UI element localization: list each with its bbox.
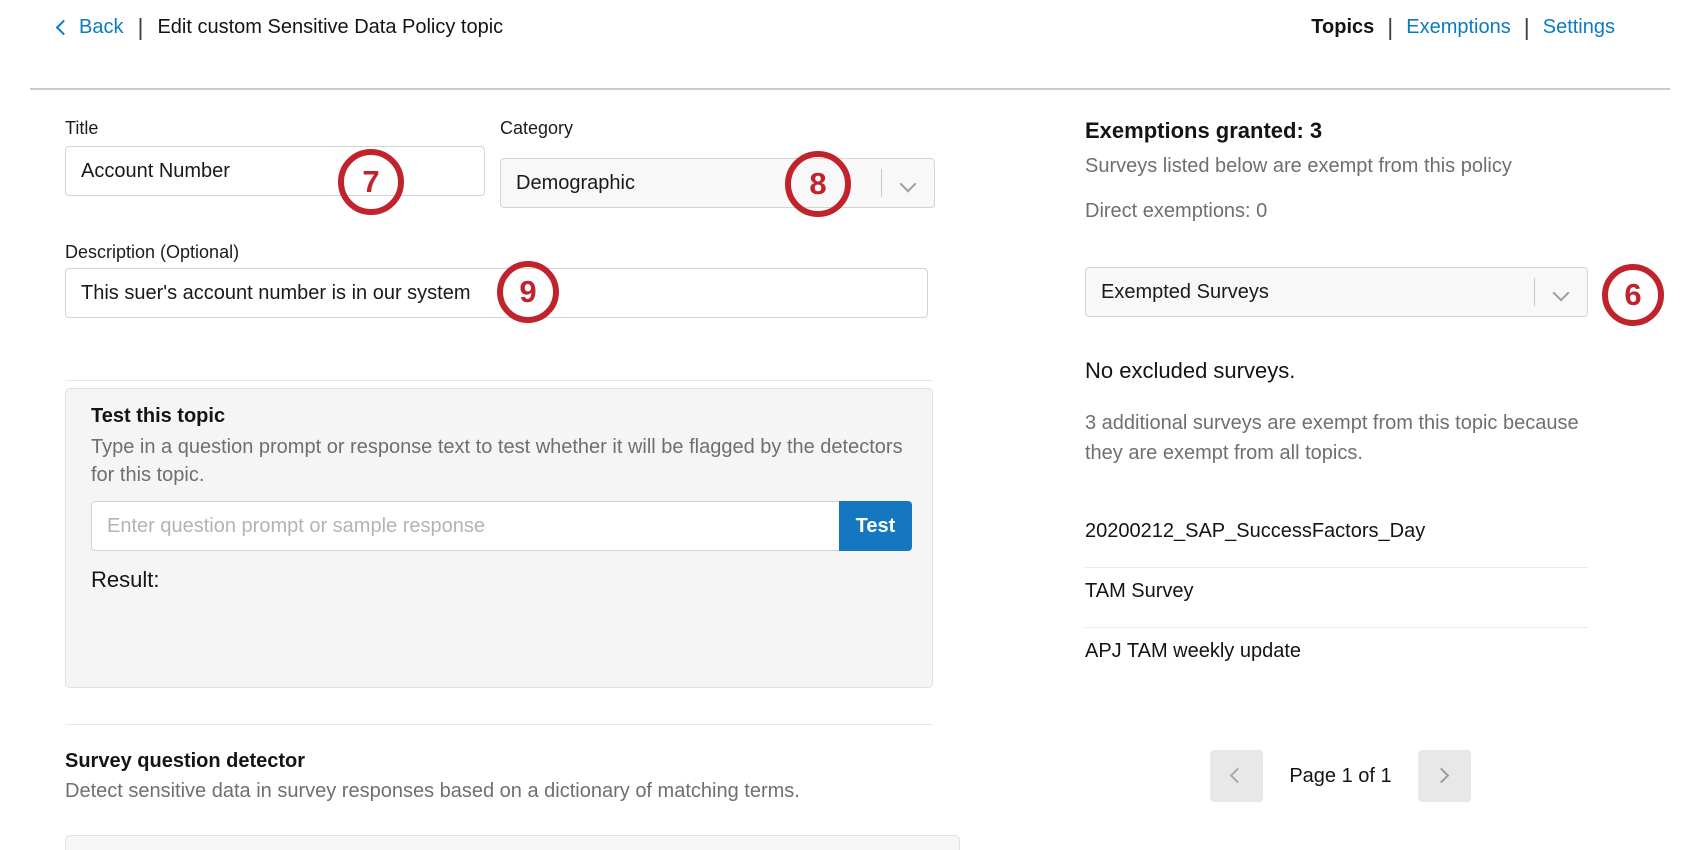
select-separator xyxy=(881,169,882,197)
additional-exempt-note: 3 additional surveys are exempt from thi… xyxy=(1085,408,1588,468)
list-item: TAM Survey xyxy=(1085,568,1588,628)
back-chevron-icon xyxy=(56,20,72,36)
tab-settings[interactable]: Settings xyxy=(1543,16,1615,39)
exempted-surveys-select[interactable]: Exempted Surveys xyxy=(1085,267,1588,317)
chevron-left-icon xyxy=(1230,768,1246,784)
header-nav: Topics | Exemptions | Settings xyxy=(1311,16,1615,39)
test-topic-heading: Test this topic xyxy=(91,405,225,428)
list-item: APJ TAM weekly update xyxy=(1085,628,1588,687)
chevron-right-icon xyxy=(1434,768,1450,784)
header-left: Back | Edit custom Sensitive Data Policy… xyxy=(58,16,503,39)
annotation-circle-7: 7 xyxy=(338,149,404,215)
detector-description: Detect sensitive data in survey response… xyxy=(65,780,800,803)
test-topic-description: Type in a question prompt or response te… xyxy=(91,433,906,489)
edit-sensitive-data-policy-page: Back | Edit custom Sensitive Data Policy… xyxy=(0,0,1700,850)
detector-panel-partial xyxy=(65,835,960,850)
detector-heading: Survey question detector xyxy=(65,750,305,773)
no-excluded-surveys-label: No excluded surveys. xyxy=(1085,358,1295,384)
annotation-circle-9: 9 xyxy=(497,261,559,323)
list-item: 20200212_SAP_SuccessFactors_Day xyxy=(1085,508,1588,568)
pagination: Page 1 of 1 xyxy=(1210,750,1471,802)
nav-separator: | xyxy=(1387,16,1393,39)
nav-separator: | xyxy=(1524,16,1530,39)
direct-exemptions-label: Direct exemptions: 0 xyxy=(1085,200,1267,223)
test-topic-panel: Test this topic Type in a question promp… xyxy=(65,388,933,688)
previous-page-button[interactable] xyxy=(1210,750,1263,802)
page-title: Edit custom Sensitive Data Policy topic xyxy=(157,16,503,39)
category-select-value: Demographic xyxy=(516,172,635,195)
result-label: Result: xyxy=(91,567,159,593)
annotation-circle-6: 6 xyxy=(1602,264,1664,326)
header-divider xyxy=(30,88,1670,90)
test-input[interactable] xyxy=(91,501,839,551)
annotation-circle-8: 8 xyxy=(785,151,851,217)
select-separator xyxy=(1534,278,1535,306)
tab-topics[interactable]: Topics xyxy=(1311,16,1374,39)
next-page-button[interactable] xyxy=(1418,750,1471,802)
exemptions-subheading: Surveys listed below are exempt from thi… xyxy=(1085,155,1512,178)
chevron-down-icon xyxy=(1553,285,1570,302)
tab-exemptions[interactable]: Exemptions xyxy=(1406,16,1511,39)
section-divider xyxy=(65,380,933,381)
exempted-surveys-select-value: Exempted Surveys xyxy=(1101,281,1269,304)
exemptions-heading: Exemptions granted: 3 xyxy=(1085,118,1322,144)
test-button[interactable]: Test xyxy=(839,501,912,551)
title-input[interactable] xyxy=(65,146,485,196)
back-button[interactable]: Back xyxy=(58,16,123,39)
page-indicator: Page 1 of 1 xyxy=(1263,765,1418,788)
title-label: Title xyxy=(65,118,98,139)
back-label[interactable]: Back xyxy=(79,16,123,39)
description-label: Description (Optional) xyxy=(65,242,239,263)
exempted-survey-list: 20200212_SAP_SuccessFactors_Day TAM Surv… xyxy=(1085,508,1588,687)
category-select[interactable]: Demographic xyxy=(500,158,935,208)
section-divider xyxy=(65,724,933,725)
test-input-row: Test xyxy=(91,501,912,551)
header-separator: | xyxy=(137,16,143,39)
chevron-down-icon xyxy=(900,176,917,193)
category-label: Category xyxy=(500,118,573,139)
